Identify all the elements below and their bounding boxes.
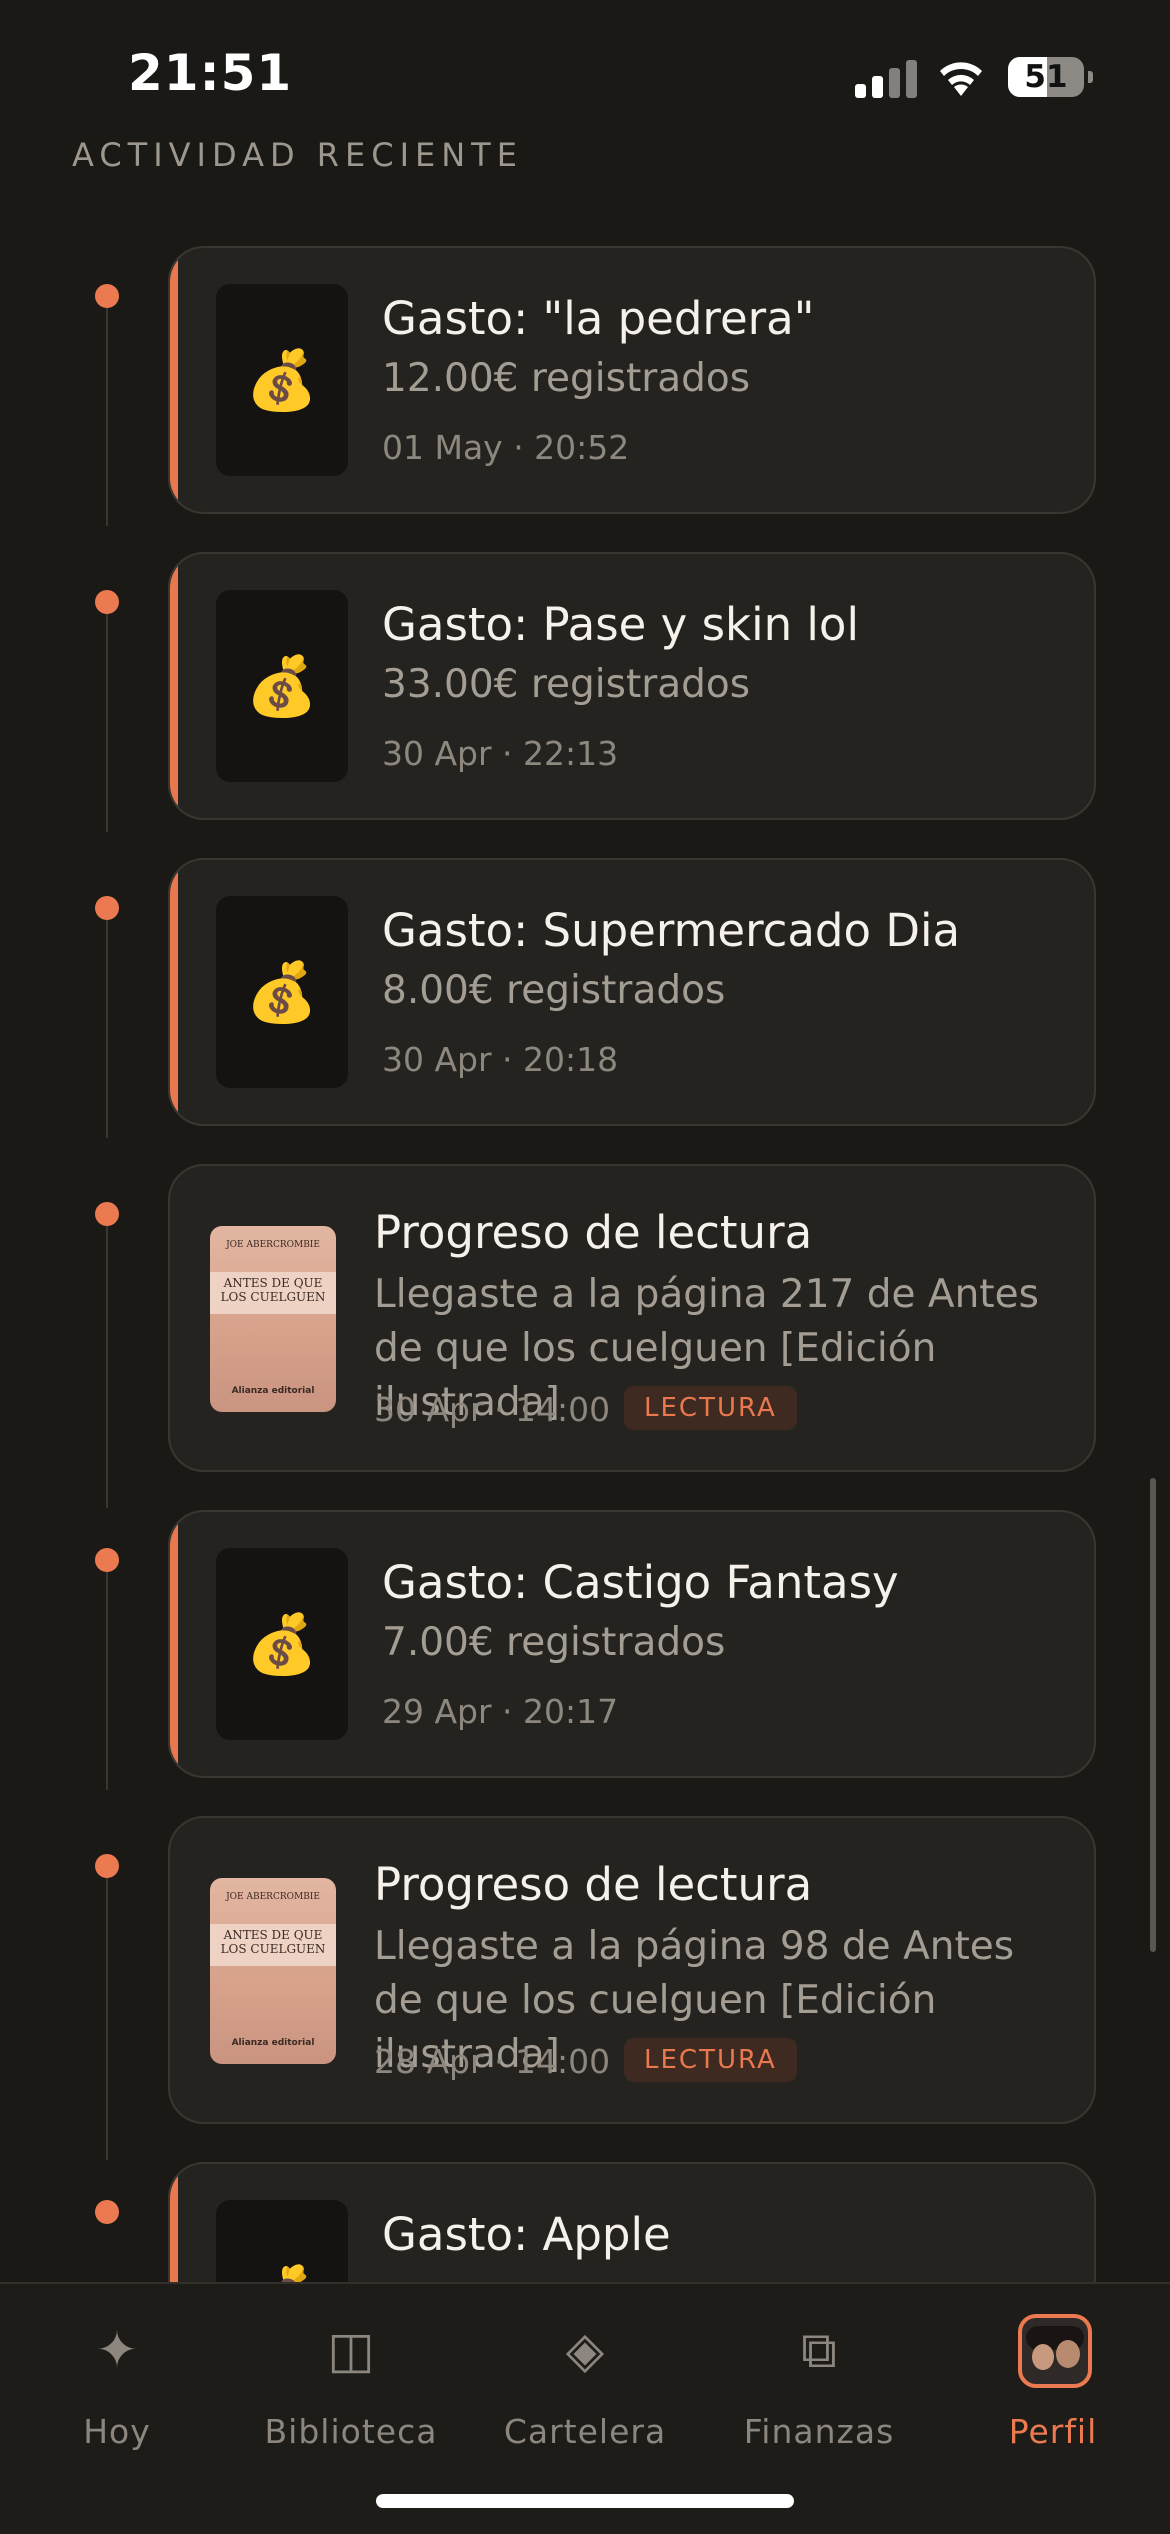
timeline-dot: [95, 896, 119, 920]
card-subtitle: 8.00€ registrados: [382, 968, 726, 1013]
card-title: Progreso de lectura: [374, 1206, 813, 1259]
book-cover-publisher: Alianza editorial: [231, 2038, 315, 2048]
card-accent-bar: [170, 2164, 178, 2290]
card-title: Gasto: Apple: [382, 2208, 671, 2261]
card-title: Gasto: Pase y skin lol: [382, 598, 859, 651]
tab-cartelera[interactable]: ◈ Cartelera: [468, 2314, 702, 2454]
expense-card[interactable]: 💰 Gasto: Apple: [168, 2162, 1096, 2290]
card-subtitle: 7.00€ registrados: [382, 1620, 726, 1665]
money-bag-icon: 💰: [245, 652, 319, 720]
timeline-dot: [95, 2200, 119, 2224]
book-cover-title: ANTES DE QUE LOS CUELGUEN: [220, 1276, 326, 1304]
tab-label: Cartelera: [503, 2412, 667, 2451]
home-indicator: [376, 2494, 794, 2508]
category-tag: LECTURA: [624, 1386, 797, 1430]
expense-thumbnail: 💰: [216, 284, 348, 476]
timeline-dot: [95, 1202, 119, 1226]
expense-card[interactable]: 💰 Gasto: Castigo Fantasy 7.00€ registrad…: [168, 1510, 1096, 1778]
timeline-connector: [106, 1226, 108, 1508]
book-cover-author: JOE ABERCROMBIE: [226, 1892, 320, 1902]
expense-thumbnail: 💰: [216, 590, 348, 782]
expense-card[interactable]: 💰 Gasto: "la pedrera" 12.00€ registrados…: [168, 246, 1096, 514]
sparkle-icon: ✦: [96, 2321, 138, 2379]
tab-finanzas[interactable]: ⧉ Finanzas: [702, 2314, 936, 2454]
card-timestamp: 01 May · 20:52: [382, 428, 630, 467]
timeline-connector: [106, 614, 108, 832]
money-bag-icon: 💰: [245, 1610, 319, 1678]
expense-card[interactable]: 💰 Gasto: Pase y skin lol 33.00€ registra…: [168, 552, 1096, 820]
timeline-connector: [106, 920, 108, 1138]
book-icon: ◫: [327, 2321, 375, 2379]
timeline-connector: [106, 1572, 108, 1790]
card-timestamp: 28 Apr · 14:00: [374, 2042, 611, 2081]
squares-icon: ⧉: [801, 2321, 837, 2379]
timeline-dot: [95, 1548, 119, 1572]
card-accent-bar: [170, 1512, 178, 1776]
timeline-dot: [95, 1854, 119, 1878]
diamond-icon: ◈: [565, 2321, 605, 2379]
tab-label: Perfil: [1008, 2412, 1098, 2451]
timeline-dot: [95, 284, 119, 308]
tab-biblioteca[interactable]: ◫ Biblioteca: [234, 2314, 468, 2454]
book-cover-title: ANTES DE QUE LOS CUELGUEN: [220, 1928, 326, 1956]
activity-timeline: 💰 Gasto: "la pedrera" 12.00€ registrados…: [0, 0, 1170, 2290]
timeline-dot: [95, 590, 119, 614]
expense-thumbnail: 💰: [216, 896, 348, 1088]
book-cover-publisher: Alianza editorial: [231, 1386, 315, 1396]
category-tag: LECTURA: [624, 2038, 797, 2082]
reading-card[interactable]: JOE ABERCROMBIE ANTES DE QUE LOS CUELGUE…: [168, 1816, 1096, 2124]
timeline-connector: [106, 1878, 108, 2160]
avatar: [1018, 2314, 1092, 2388]
card-subtitle: 33.00€ registrados: [382, 662, 751, 707]
card-title: Gasto: Castigo Fantasy: [382, 1556, 899, 1609]
book-cover-author: JOE ABERCROMBIE: [226, 1240, 320, 1250]
expense-card[interactable]: 💰 Gasto: Supermercado Dia 8.00€ registra…: [168, 858, 1096, 1126]
card-timestamp: 30 Apr · 22:13: [382, 734, 619, 773]
book-cover: JOE ABERCROMBIE ANTES DE QUE LOS CUELGUE…: [210, 1226, 336, 1412]
money-bag-icon: 💰: [245, 958, 319, 1026]
scroll-indicator[interactable]: [1150, 1478, 1156, 1952]
card-accent-bar: [170, 860, 178, 1124]
card-title: Gasto: Supermercado Dia: [382, 904, 961, 957]
expense-thumbnail: 💰: [216, 2200, 348, 2290]
timeline-connector: [106, 308, 108, 526]
tab-label: Finanzas: [743, 2412, 895, 2451]
money-bag-icon: 💰: [245, 346, 319, 414]
tab-label: Biblioteca: [264, 2412, 438, 2451]
card-timestamp: 30 Apr · 20:18: [382, 1040, 619, 1079]
card-timestamp: 30 Apr · 14:00: [374, 1390, 611, 1429]
card-title: Gasto: "la pedrera": [382, 292, 815, 345]
expense-thumbnail: 💰: [216, 1548, 348, 1740]
card-title: Progreso de lectura: [374, 1858, 813, 1911]
card-accent-bar: [170, 554, 178, 818]
book-cover: JOE ABERCROMBIE ANTES DE QUE LOS CUELGUE…: [210, 1878, 336, 2064]
tab-hoy[interactable]: ✦ Hoy: [0, 2314, 234, 2454]
card-timestamp: 29 Apr · 20:17: [382, 1692, 619, 1731]
tab-label: Hoy: [83, 2412, 151, 2451]
card-subtitle: 12.00€ registrados: [382, 356, 751, 401]
tab-perfil[interactable]: Perfil: [936, 2314, 1170, 2454]
reading-card[interactable]: JOE ABERCROMBIE ANTES DE QUE LOS CUELGUE…: [168, 1164, 1096, 1472]
card-accent-bar: [170, 248, 178, 512]
